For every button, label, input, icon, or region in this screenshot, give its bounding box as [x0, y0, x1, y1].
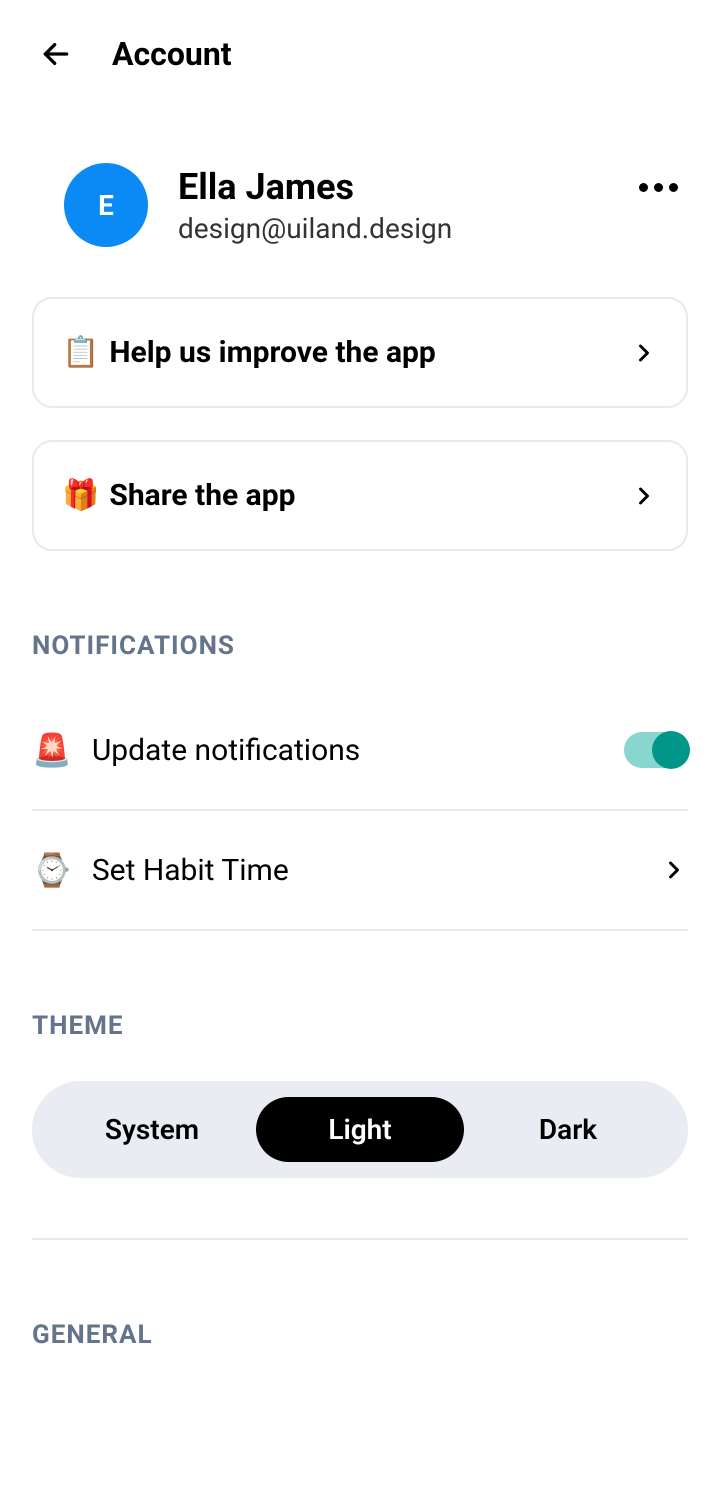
chevron-right-icon: [630, 482, 658, 510]
update-notifications-toggle[interactable]: [624, 732, 688, 768]
profile-info: Ella James design@uiland.design: [178, 166, 688, 245]
watch-icon: ⌚️: [32, 851, 72, 889]
more-options-button[interactable]: [629, 173, 688, 202]
dots-icon: [669, 183, 678, 192]
theme-dark-segment[interactable]: Dark: [464, 1097, 672, 1162]
notifications-section-header: NOTIFICATIONS: [32, 631, 688, 661]
header: Account: [0, 0, 720, 103]
help-card[interactable]: 📋 Help us improve the app: [32, 297, 688, 408]
profile-row: E Ella James design@uiland.design: [32, 103, 688, 297]
back-button[interactable]: [40, 38, 72, 70]
toggle-knob: [652, 731, 690, 769]
general-section-header: GENERAL: [32, 1320, 688, 1350]
theme-section-header: THEME: [32, 1011, 688, 1041]
update-notifications-label: Update notifications: [92, 733, 624, 768]
divider: [32, 1238, 688, 1240]
theme-light-segment[interactable]: Light: [256, 1097, 464, 1162]
profile-email: design@uiland.design: [178, 212, 688, 245]
profile-name: Ella James: [178, 166, 688, 208]
set-habit-time-row[interactable]: ⌚️ Set Habit Time: [32, 811, 688, 931]
dots-icon: [639, 183, 648, 192]
theme-system-segment[interactable]: System: [48, 1097, 256, 1162]
dots-icon: [654, 183, 663, 192]
siren-icon: 🚨: [32, 731, 72, 769]
share-card[interactable]: 🎁 Share the app: [32, 440, 688, 551]
set-habit-time-label: Set Habit Time: [92, 853, 660, 888]
chevron-right-icon: [660, 856, 688, 884]
gift-icon: 🎁: [62, 478, 99, 513]
clipboard-icon: 📋: [62, 335, 99, 370]
avatar[interactable]: E: [64, 163, 148, 247]
back-arrow-icon: [40, 38, 72, 70]
theme-segmented-control: System Light Dark: [32, 1081, 688, 1178]
chevron-right-icon: [630, 339, 658, 367]
share-card-label: Share the app: [109, 478, 630, 513]
update-notifications-row: 🚨 Update notifications: [32, 691, 688, 811]
help-card-label: Help us improve the app: [109, 335, 630, 370]
content: E Ella James design@uiland.design 📋 Help…: [0, 103, 720, 1350]
page-title: Account: [112, 35, 232, 73]
